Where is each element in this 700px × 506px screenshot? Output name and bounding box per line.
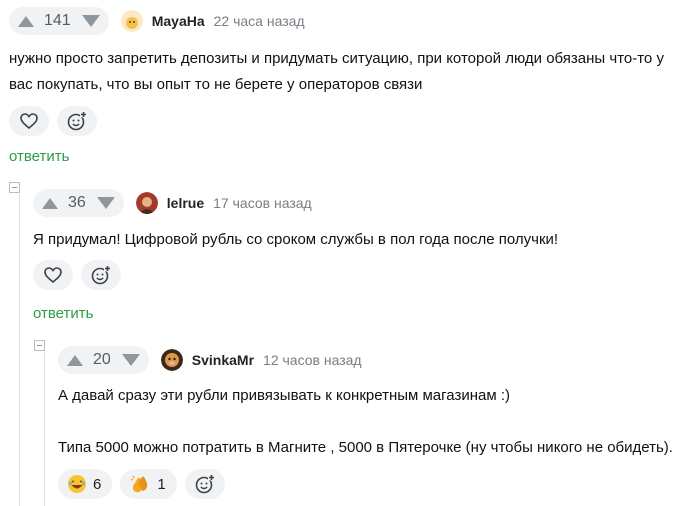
laughing-emoji-icon: [68, 475, 86, 493]
add-reaction-button[interactable]: [184, 469, 225, 499]
author-name[interactable]: SvinkaMr: [192, 352, 254, 368]
reaction-laughing-button[interactable]: 6: [58, 469, 113, 499]
comment-header: 36 lelrue 17 часов назад: [24, 182, 312, 224]
smile-plus-icon: [91, 265, 111, 285]
heart-icon: [20, 113, 38, 129]
like-button[interactable]: [9, 106, 49, 136]
comment-text: А давай сразу эти рубли привязывать к ко…: [58, 383, 678, 461]
add-reaction-button[interactable]: [81, 260, 121, 290]
comment-text-line: Типа 5000 можно потратить в Магните , 50…: [58, 439, 673, 456]
avatar[interactable]: [160, 349, 183, 371]
add-reaction-button[interactable]: [57, 106, 97, 136]
smile-plus-icon: [195, 474, 215, 494]
upvote-icon[interactable]: [42, 197, 58, 209]
comment-text: нужно просто запретить депозиты и придум…: [9, 50, 664, 93]
rating-control: 20: [58, 346, 149, 374]
comment-header: 141 MayaHa 22 часа назад: [0, 0, 305, 42]
collapse-thread-toggle[interactable]: [9, 182, 20, 193]
comment-header: 20 SvinkaMr 12 часов назад: [49, 339, 362, 381]
heart-icon: [44, 267, 62, 283]
comment-actions: [9, 106, 105, 136]
comment-time[interactable]: 17 часов назад: [213, 195, 312, 211]
upvote-icon[interactable]: [18, 15, 34, 27]
rating-score: 20: [93, 351, 111, 368]
avatar[interactable]: [135, 192, 158, 214]
thread-line-level-1: [19, 194, 20, 506]
downvote-icon[interactable]: [96, 197, 115, 209]
comment-actions: [33, 260, 129, 290]
comment-text-line: А давай сразу эти рубли привязывать к ко…: [58, 387, 510, 404]
reply-link[interactable]: ответить: [9, 148, 69, 165]
reaction-count: 6: [93, 475, 102, 493]
upvote-icon[interactable]: [67, 354, 83, 366]
clapping-hands-icon: [131, 475, 148, 493]
rating-control: 36: [33, 189, 124, 217]
like-button[interactable]: [33, 260, 73, 290]
downvote-icon[interactable]: [121, 354, 140, 366]
comment-time[interactable]: 12 часов назад: [263, 352, 362, 368]
author-name[interactable]: lelrue: [167, 195, 204, 211]
reply-link[interactable]: ответить: [33, 305, 93, 322]
smile-plus-icon: [67, 111, 87, 131]
reaction-clap-button[interactable]: 1: [120, 469, 177, 499]
rating-control: 141: [9, 7, 109, 35]
comment-time[interactable]: 22 часа назад: [214, 13, 305, 29]
comment-actions: 6 1: [58, 469, 233, 499]
downvote-icon[interactable]: [81, 15, 100, 27]
rating-score: 36: [68, 194, 86, 211]
comment-text: Я придумал! Цифровой рубль со сроком слу…: [33, 231, 559, 248]
rating-score: 141: [44, 12, 71, 29]
reaction-count: 1: [157, 475, 166, 493]
collapse-thread-toggle[interactable]: [34, 340, 45, 351]
avatar[interactable]: [120, 10, 143, 32]
author-name[interactable]: MayaHa: [152, 13, 205, 29]
thread-line-level-2: [44, 352, 45, 506]
